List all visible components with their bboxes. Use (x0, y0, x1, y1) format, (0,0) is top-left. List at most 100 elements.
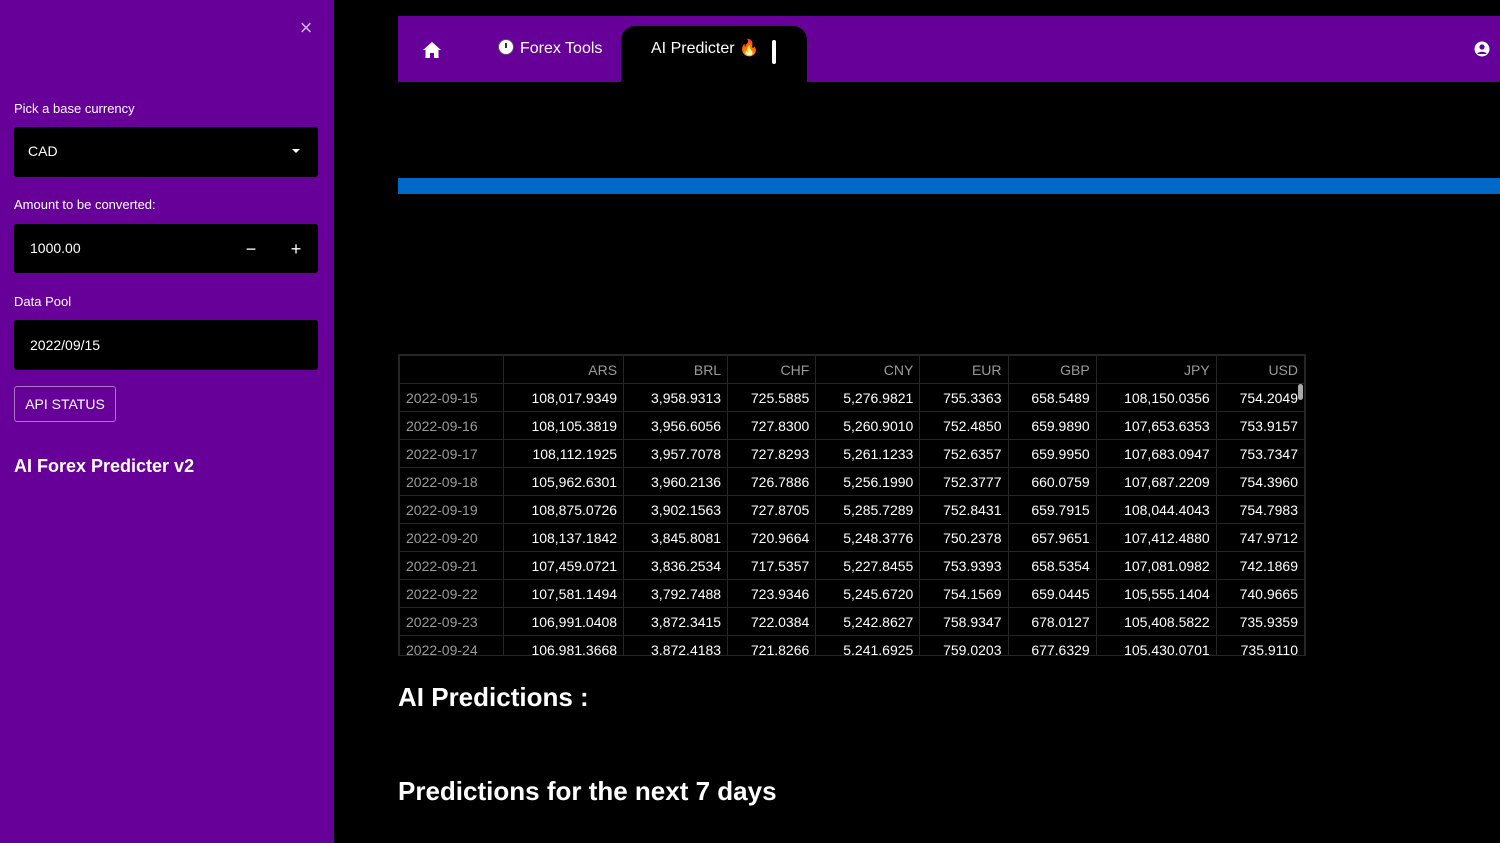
rates-table[interactable]: ARS BRL CHF CNY EUR GBP JPY USD 2022-09-15 108,0… (398, 354, 1306, 656)
table-cell[interactable]: 3,956.6056 (623, 411, 729, 440)
table-cell[interactable]: 752.4850 (919, 411, 1009, 440)
table-cell[interactable]: 108,044.4043 (1095, 495, 1217, 524)
table-cell[interactable]: 107,683.0947 (1095, 439, 1217, 468)
table-cell[interactable]: 752.3777 (919, 467, 1009, 496)
table-cell[interactable]: 108,137.1842 (503, 523, 625, 552)
nav-home[interactable] (422, 16, 444, 82)
table-cell[interactable]: 754.7983 (1215, 495, 1305, 524)
table-cell[interactable]: 717.5357 (727, 551, 817, 580)
row-date[interactable]: 2022-09-17 (399, 439, 505, 468)
api-status-button[interactable]: API STATUS (14, 386, 116, 422)
table-cell[interactable]: 657.9651 (1007, 523, 1097, 552)
table-cell[interactable]: 5,261.1233 (815, 439, 921, 468)
table-cell[interactable]: 727.8293 (727, 439, 817, 468)
table-cell[interactable]: 5,242.8627 (815, 607, 921, 636)
column-header[interactable]: BRL (623, 355, 729, 384)
row-date[interactable]: 2022-09-20 (399, 523, 505, 552)
table-cell[interactable]: 5,241.6925 (815, 635, 921, 655)
table-cell[interactable]: 5,276.9821 (815, 383, 921, 412)
table-cell[interactable]: 753.9393 (919, 551, 1009, 580)
table-cell[interactable]: 5,260.9010 (815, 411, 921, 440)
row-date[interactable]: 2022-09-19 (399, 495, 505, 524)
table-cell[interactable]: 107,412.4880 (1095, 523, 1217, 552)
table-cell[interactable]: 105,962.6301 (503, 467, 625, 496)
table-cell[interactable]: 3,958.9313 (623, 383, 729, 412)
table-cell[interactable]: 754.3960 (1215, 467, 1305, 496)
table-cell[interactable]: 727.8300 (727, 411, 817, 440)
tab-ai-predicter[interactable]: AI Predicter 🔥 (621, 26, 807, 82)
table-cell[interactable]: 3,957.7078 (623, 439, 729, 468)
increment-button[interactable]: + (283, 236, 309, 262)
table-cell[interactable]: 755.3363 (919, 383, 1009, 412)
row-date[interactable]: 2022-09-24 (399, 635, 505, 655)
row-date[interactable]: 2022-09-16 (399, 411, 505, 440)
table-cell[interactable]: 3,845.8081 (623, 523, 729, 552)
table-cell[interactable]: 3,872.3415 (623, 607, 729, 636)
column-header[interactable]: CNY (815, 355, 921, 384)
table-cell[interactable]: 108,105.3819 (503, 411, 625, 440)
table-cell[interactable]: 108,150.0356 (1095, 383, 1217, 412)
table-cell[interactable]: 108,112.1925 (503, 439, 625, 468)
table-cell[interactable]: 105,555.1404 (1095, 579, 1217, 608)
table-cell[interactable]: 758.9347 (919, 607, 1009, 636)
table-cell[interactable]: 106,991.0408 (503, 607, 625, 636)
table-cell[interactable]: 753.7347 (1215, 439, 1305, 468)
table-cell[interactable]: 107,653.6353 (1095, 411, 1217, 440)
table-cell[interactable]: 107,081.0982 (1095, 551, 1217, 580)
table-cell[interactable]: 658.5354 (1007, 551, 1097, 580)
table-cell[interactable]: 660.0759 (1007, 467, 1097, 496)
table-cell[interactable]: 3,792.7488 (623, 579, 729, 608)
table-cell[interactable]: 5,227.8455 (815, 551, 921, 580)
table-cell[interactable]: 659.7915 (1007, 495, 1097, 524)
table-cell[interactable]: 753.9157 (1215, 411, 1305, 440)
row-date[interactable]: 2022-09-23 (399, 607, 505, 636)
close-icon[interactable]: × (296, 17, 316, 39)
table-cell[interactable]: 3,836.2534 (623, 551, 729, 580)
table-cell[interactable]: 107,459.0721 (503, 551, 625, 580)
row-date[interactable]: 2022-09-18 (399, 467, 505, 496)
column-header[interactable] (399, 355, 505, 384)
table-cell[interactable]: 659.0445 (1007, 579, 1097, 608)
table-cell[interactable]: 105,408.5822 (1095, 607, 1217, 636)
table-cell[interactable]: 106,981.3668 (503, 635, 625, 655)
table-cell[interactable]: 727.8705 (727, 495, 817, 524)
table-cell[interactable]: 3,872.4183 (623, 635, 729, 655)
table-cell[interactable]: 105,430.0701 (1095, 635, 1217, 655)
table-cell[interactable]: 735.9359 (1215, 607, 1305, 636)
table-cell[interactable]: 742.1869 (1215, 551, 1305, 580)
table-cell[interactable]: 3,902.1563 (623, 495, 729, 524)
table-cell[interactable]: 5,256.1990 (815, 467, 921, 496)
table-cell[interactable]: 723.9346 (727, 579, 817, 608)
column-header[interactable]: ARS (503, 355, 625, 384)
table-cell[interactable]: 659.9890 (1007, 411, 1097, 440)
user-circle-icon[interactable] (1474, 41, 1490, 57)
table-cell[interactable]: 725.5885 (727, 383, 817, 412)
table-scrollbar[interactable] (1298, 384, 1303, 400)
table-cell[interactable]: 5,248.3776 (815, 523, 921, 552)
table-cell[interactable]: 677.6329 (1007, 635, 1097, 655)
table-cell[interactable]: 722.0384 (727, 607, 817, 636)
table-cell[interactable]: 108,875.0726 (503, 495, 625, 524)
table-cell[interactable]: 107,687.2209 (1095, 467, 1217, 496)
table-cell[interactable]: 721.8266 (727, 635, 817, 655)
table-cell[interactable]: 754.2049 (1215, 383, 1305, 412)
table-cell[interactable]: 107,581.1494 (503, 579, 625, 608)
column-header[interactable]: EUR (919, 355, 1009, 384)
amount-input[interactable]: 1000.00 − + (14, 224, 318, 273)
table-cell[interactable]: 678.0127 (1007, 607, 1097, 636)
column-header[interactable]: JPY (1095, 355, 1217, 384)
table-cell[interactable]: 750.2378 (919, 523, 1009, 552)
table-cell[interactable]: 3,960.2136 (623, 467, 729, 496)
row-date[interactable]: 2022-09-21 (399, 551, 505, 580)
datapool-date-input[interactable]: 2022/09/15 (14, 320, 318, 370)
table-cell[interactable]: 754.1569 (919, 579, 1009, 608)
table-cell[interactable]: 726.7886 (727, 467, 817, 496)
base-currency-select[interactable]: CAD (14, 127, 318, 177)
column-header[interactable]: USD (1215, 355, 1305, 384)
table-cell[interactable]: 5,245.6720 (815, 579, 921, 608)
table-cell[interactable]: 740.9665 (1215, 579, 1305, 608)
table-cell[interactable]: 735.9110 (1215, 635, 1305, 655)
tab-forex-tools[interactable]: Forex Tools (498, 16, 602, 82)
table-cell[interactable]: 658.5489 (1007, 383, 1097, 412)
table-cell[interactable]: 752.8431 (919, 495, 1009, 524)
